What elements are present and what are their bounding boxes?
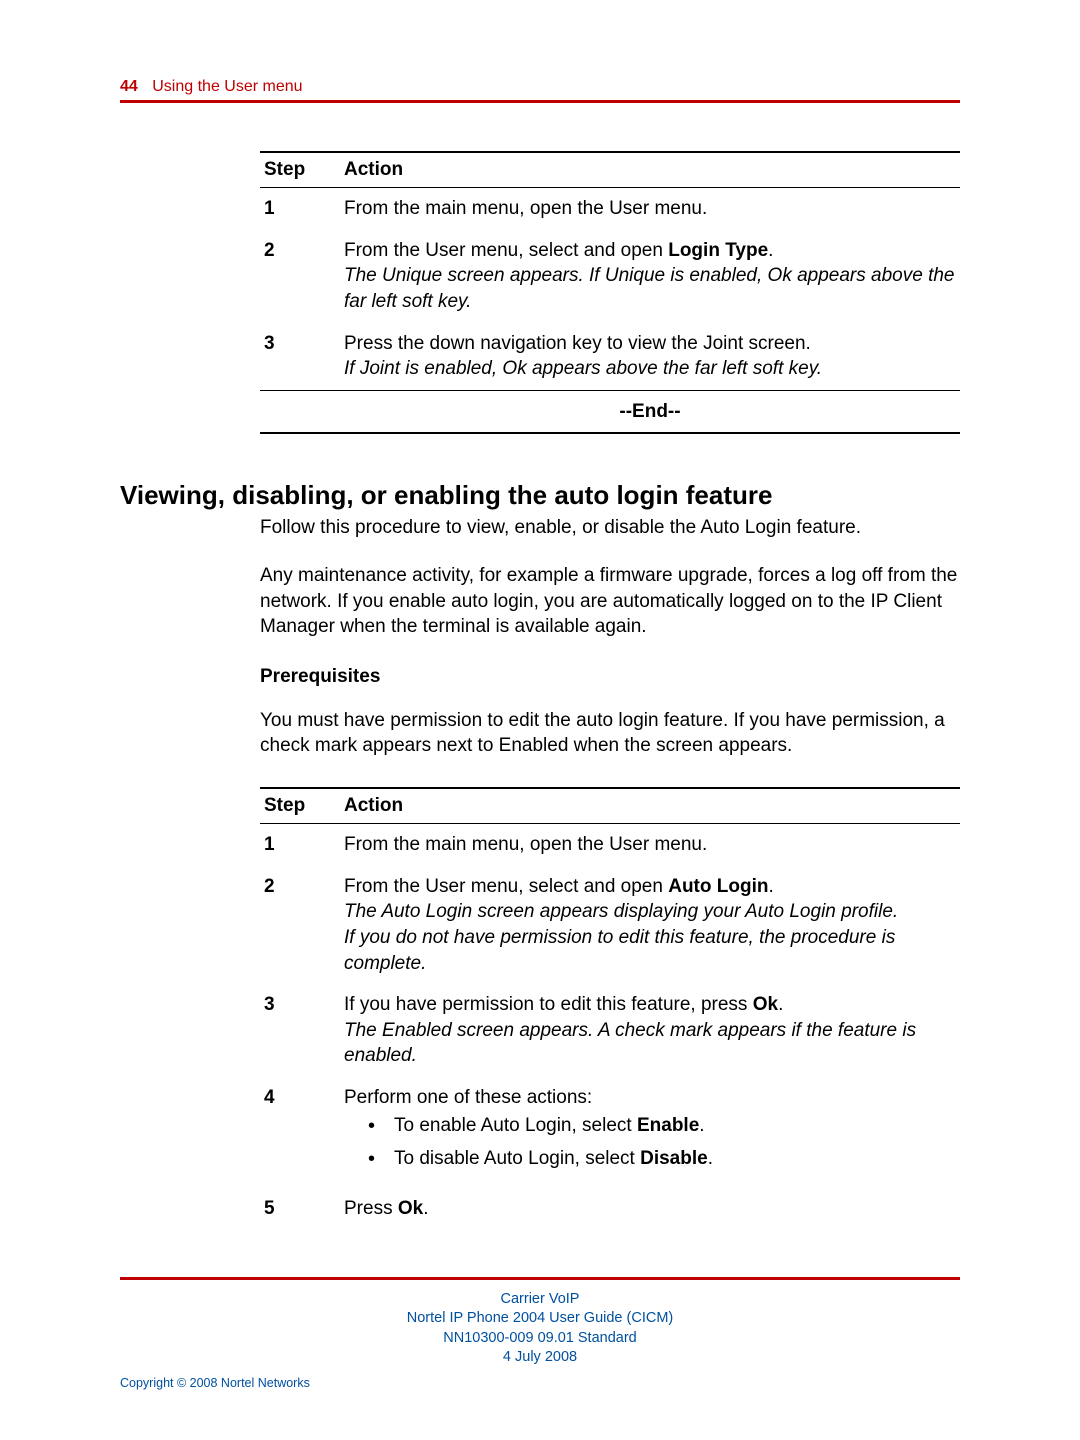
bullet-bold: Enable [637,1115,699,1136]
step-number: 5 [260,1188,340,1230]
table-row: 4 Perform one of these actions: To enabl… [260,1077,960,1188]
bullet-tail: . [708,1148,713,1169]
bullet-lead: To disable Auto Login, select [394,1148,640,1169]
header-title: Using the User menu [152,78,302,95]
bullet-lead: To enable Auto Login, select [394,1115,637,1136]
footer-line1: Carrier VoIP [501,1291,580,1307]
action-bold: Ok [398,1198,423,1219]
col-step: Step [260,152,340,188]
step-number: 2 [260,230,340,323]
footer-rule [120,1277,960,1280]
step-number: 1 [260,188,340,230]
list-item: To disable Auto Login, select Disable. [368,1146,956,1172]
step-action: From the main menu, open the User menu. [340,188,960,230]
action-lead: If you have permission to edit this feat… [344,994,753,1015]
action-bold: Auto Login [668,876,768,897]
bullet-tail: . [699,1115,704,1136]
action-italic: If Joint is enabled, Ok appears above th… [344,358,822,379]
footer-line4: 4 July 2008 [503,1349,577,1365]
copyright: Copyright © 2008 Nortel Networks [120,1376,960,1390]
step-action: From the User menu, select and open Logi… [340,230,960,323]
table-row: 1 From the main menu, open the User menu… [260,823,960,865]
action-lead: From the User menu, select and open [344,876,668,897]
action-text: Press the down navigation key to view th… [344,333,811,354]
step-action: Press the down navigation key to view th… [340,323,960,391]
step-number: 3 [260,984,340,1077]
step-number: 3 [260,323,340,391]
page-footer: Carrier VoIP Nortel IP Phone 2004 User G… [120,1273,960,1390]
footer-line2: Nortel IP Phone 2004 User Guide (CICM) [407,1310,674,1326]
paragraph: Any maintenance activity, for example a … [260,563,960,640]
table-row: 3 If you have permission to edit this fe… [260,984,960,1077]
end-marker: --End-- [340,390,960,433]
action-italic: If you do not have permission to edit th… [344,927,895,974]
footer-line3a: NN10300-009 09.01 [443,1330,578,1346]
col-action: Action [340,788,960,824]
bullet-bold: Disable [640,1148,708,1169]
page-header: 44 Using the User menu [120,78,960,103]
subheading-prerequisites: Prerequisites [260,664,960,690]
action-bold: Login Type [668,240,768,261]
col-action: Action [340,152,960,188]
step-number: 1 [260,823,340,865]
header-rule [120,100,960,103]
table-row: 2 From the User menu, select and open Au… [260,866,960,985]
step-action: If you have permission to edit this feat… [340,984,960,1077]
list-item: To enable Auto Login, select Enable. [368,1113,956,1139]
footer-text: Carrier VoIP Nortel IP Phone 2004 User G… [120,1290,960,1368]
action-tail: . [423,1198,428,1219]
action-italic: The Unique screen appears. If Unique is … [344,265,955,312]
action-italic: The Auto Login screen appears displaying… [344,901,898,922]
action-tail: . [768,240,773,261]
end-marker-row: --End-- [260,390,960,433]
action-lead: From the User menu, select and open [344,240,668,261]
step-action: From the User menu, select and open Auto… [340,866,960,985]
table-row: 5 Press Ok. [260,1188,960,1230]
step-action: From the main menu, open the User menu. [340,823,960,865]
table-row: 2 From the User menu, select and open Lo… [260,230,960,323]
bullet-list: To enable Auto Login, select Enable. To … [368,1113,956,1172]
paragraph: You must have permission to edit the aut… [260,708,960,759]
col-step: Step [260,788,340,824]
footer-line3b: Standard [578,1330,637,1346]
table-row: 1 From the main menu, open the User menu… [260,188,960,230]
paragraph: Follow this procedure to view, enable, o… [260,515,960,541]
action-tail: . [778,994,783,1015]
section-heading: Viewing, disabling, or enabling the auto… [120,480,960,511]
procedure-table-1: Step Action 1 From the main menu, open t… [260,151,960,434]
step-action: Perform one of these actions: To enable … [340,1077,960,1188]
step-number: 4 [260,1077,340,1188]
action-lead: Press [344,1198,398,1219]
table-row: 3 Press the down navigation key to view … [260,323,960,391]
action-bold: Ok [753,994,778,1015]
procedure-table-2: Step Action 1 From the main menu, open t… [260,787,960,1230]
page-number: 44 [120,78,138,95]
action-text: Perform one of these actions: [344,1087,592,1108]
step-number: 2 [260,866,340,985]
action-tail: . [768,876,773,897]
action-italic: The Enabled screen appears. A check mark… [344,1020,916,1067]
step-action: Press Ok. [340,1188,960,1230]
